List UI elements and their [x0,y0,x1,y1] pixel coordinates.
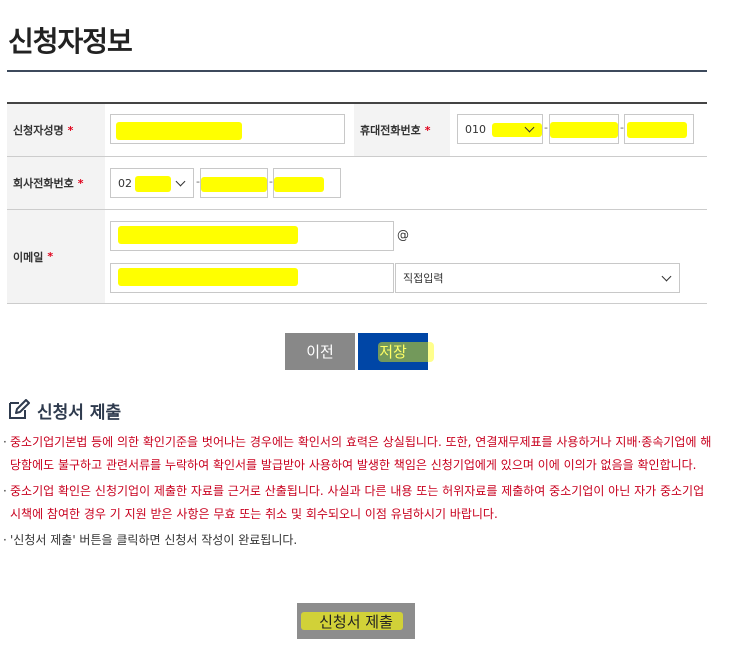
mobile-prefix-select[interactable]: 010 [457,114,543,144]
applicant-name-input[interactable] [110,114,345,144]
mobile-middle-input[interactable] [549,114,619,144]
company-area-code-select[interactable]: 02 [110,168,194,198]
prev-button[interactable]: 이전 [285,333,355,370]
redaction-highlight [118,226,298,244]
redaction-highlight [116,122,242,140]
email-at-symbol: @ [397,228,409,242]
save-button-label: 저장 [379,341,407,362]
row-divider [7,156,707,157]
redaction-highlight [550,122,618,138]
company-phone-middle-input[interactable] [200,168,268,198]
email-id-input[interactable] [110,221,394,251]
email-domain-input[interactable] [110,263,394,293]
separator: - [544,121,548,134]
row-divider [7,209,707,210]
redaction-highlight [201,177,267,192]
redaction-highlight [135,176,171,192]
email-label: 이메일* [13,210,53,303]
row-divider [7,303,707,304]
redaction-highlight [274,177,324,192]
notice-item: · '신청서 제출' 버튼을 클릭하면 신청서 작성이 완료됩니다. [3,529,713,552]
submit-button-label: 신청서 제출 [319,611,393,632]
required-mark: * [47,250,53,263]
submit-section-title: 신청서 제출 [7,398,121,422]
redaction-highlight [492,123,542,137]
chevron-down-icon [662,272,672,282]
notice-item: · 중소기업 확인은 신청기업이 제출한 자료를 근거로 산출됩니다. 사실과 … [3,480,713,526]
mobile-label: 휴대전화번호* [360,104,431,156]
redaction-highlight [118,268,298,286]
save-button[interactable]: 저장 [358,333,428,370]
submit-application-button[interactable]: 신청서 제출 [297,603,415,639]
notice-item: · 중소기업기본법 등에 의한 확인기준을 벗어나는 경우에는 확인서의 효력은… [3,431,713,477]
required-mark: * [425,124,431,137]
edit-icon [7,399,33,421]
page-title: 신청자정보 [8,20,132,60]
required-mark: * [68,124,74,137]
company-phone-last-input[interactable] [273,168,341,198]
title-divider [7,70,707,72]
required-mark: * [78,177,84,190]
company-phone-label: 회사전화번호* [13,157,84,209]
mobile-last-input[interactable] [624,114,694,144]
applicant-name-label: 신청자성명* [13,104,73,156]
redaction-highlight [627,122,687,138]
chevron-down-icon [176,177,186,187]
email-domain-select[interactable]: 직접입력 [395,263,680,293]
notice-list: · 중소기업기본법 등에 의한 확인기준을 벗어나는 경우에는 확인서의 효력은… [3,431,713,552]
